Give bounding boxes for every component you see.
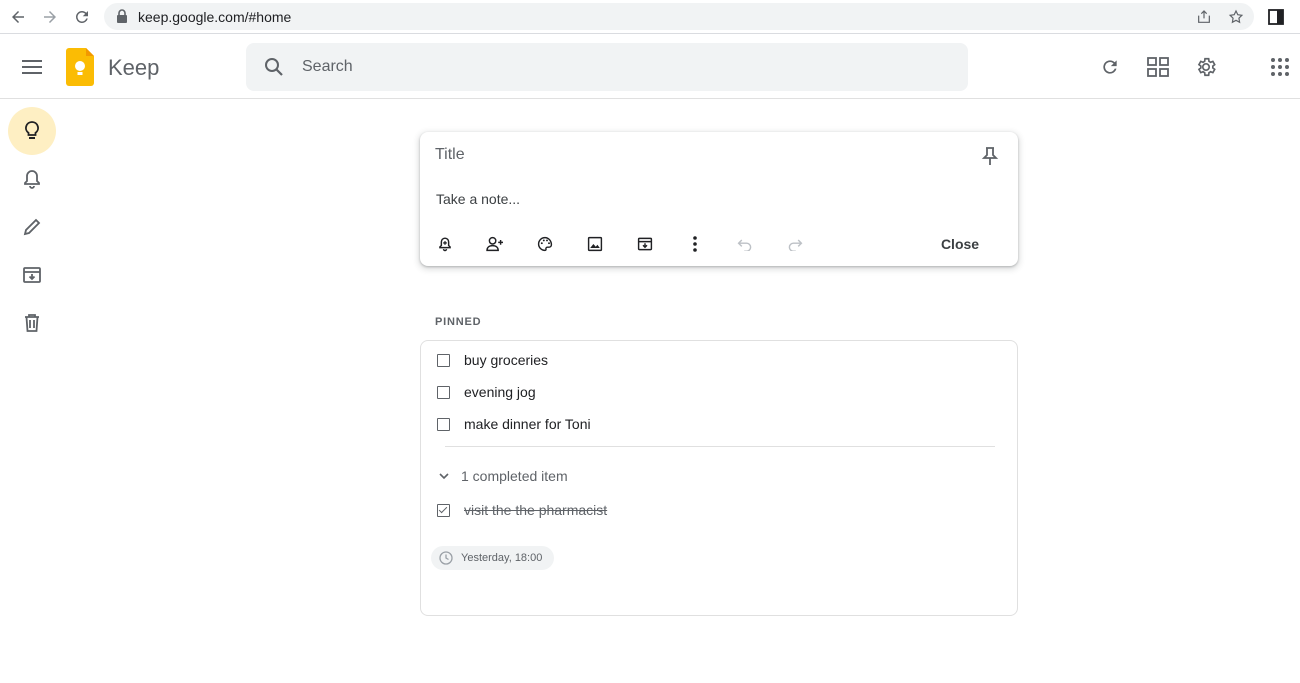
grid-view-icon xyxy=(1147,57,1169,77)
apps-button[interactable] xyxy=(1260,47,1300,87)
refresh-button[interactable] xyxy=(1090,47,1130,87)
keep-logo[interactable] xyxy=(66,48,94,91)
remind-me-icon xyxy=(437,236,453,252)
reload-icon xyxy=(73,8,91,26)
url-text: keep.google.com/#home xyxy=(138,9,291,25)
redo-button[interactable] xyxy=(781,230,809,258)
arrow-right-icon xyxy=(41,8,59,26)
checkbox[interactable] xyxy=(437,354,450,367)
list-item-text: make dinner for Toni xyxy=(464,416,591,432)
list-item-text: buy groceries xyxy=(464,352,548,368)
list-item[interactable]: buy groceries xyxy=(437,349,548,371)
checkbox[interactable] xyxy=(437,418,450,431)
pinned-section-label: PINNED xyxy=(435,316,481,328)
sidebar-item-reminders[interactable] xyxy=(8,155,56,203)
settings-button[interactable] xyxy=(1186,47,1226,87)
redo-icon xyxy=(787,237,803,251)
note-body-input[interactable] xyxy=(436,189,996,209)
search-input[interactable] xyxy=(302,55,942,79)
reload-button[interactable] xyxy=(70,5,94,29)
divider xyxy=(445,446,995,447)
app-name[interactable]: Keep xyxy=(108,55,159,81)
checkbox-checked[interactable] xyxy=(437,504,450,517)
reminder-time: Yesterday, 18:00 xyxy=(461,552,542,564)
archive-icon xyxy=(637,236,653,252)
list-item[interactable]: make dinner for Toni xyxy=(437,413,591,435)
pinned-note-card[interactable]: buy groceries evening jog make dinner fo… xyxy=(420,340,1018,616)
grid-view-button[interactable] xyxy=(1138,47,1178,87)
side-panel-button[interactable] xyxy=(1264,5,1288,29)
keep-logo-icon xyxy=(66,48,94,86)
undo-button[interactable] xyxy=(731,230,759,258)
pencil-icon xyxy=(22,217,42,237)
sidebar-item-trash[interactable] xyxy=(8,299,56,347)
forward-button[interactable] xyxy=(38,5,62,29)
collaborator-button[interactable] xyxy=(481,230,509,258)
gear-icon xyxy=(1195,56,1217,78)
collaborator-icon xyxy=(485,236,505,252)
share-icon[interactable] xyxy=(1194,7,1214,27)
close-button[interactable]: Close xyxy=(928,232,992,256)
reminder-chip[interactable]: Yesterday, 18:00 xyxy=(431,546,554,570)
address-bar[interactable]: keep.google.com/#home xyxy=(104,3,1254,30)
sidebar-item-edit-labels[interactable] xyxy=(8,203,56,251)
search-icon[interactable] xyxy=(262,55,286,84)
archive-button[interactable] xyxy=(631,230,659,258)
sidebar-item-archive[interactable] xyxy=(8,251,56,299)
completed-list-item[interactable]: visit the the pharmacist xyxy=(437,499,607,521)
lock-icon xyxy=(116,9,128,28)
bookmark-star-icon[interactable] xyxy=(1226,7,1246,27)
note-composer: Close xyxy=(420,132,1018,266)
pin-icon xyxy=(981,146,999,166)
main-menu-button[interactable] xyxy=(12,43,52,91)
list-item[interactable]: evening jog xyxy=(437,381,536,403)
pin-note-button[interactable] xyxy=(976,142,1004,170)
apps-grid-icon xyxy=(1271,58,1289,76)
add-image-button[interactable] xyxy=(581,230,609,258)
checkbox[interactable] xyxy=(437,386,450,399)
trash-icon xyxy=(23,313,41,333)
more-vert-icon xyxy=(693,236,697,252)
remind-me-button[interactable] xyxy=(431,230,459,258)
app-header: Keep xyxy=(0,35,1300,99)
hamburger-menu-icon xyxy=(22,60,42,74)
back-button[interactable] xyxy=(6,5,30,29)
clock-icon xyxy=(439,551,453,565)
completed-items-label: 1 completed item xyxy=(461,468,568,484)
refresh-icon xyxy=(1100,57,1120,77)
browser-toolbar: keep.google.com/#home xyxy=(0,0,1300,34)
undo-icon xyxy=(737,237,753,251)
list-item-text: visit the the pharmacist xyxy=(464,502,607,518)
arrow-left-icon xyxy=(9,8,27,26)
archive-icon xyxy=(22,265,42,285)
search-bar[interactable] xyxy=(246,43,968,91)
note-title-input[interactable] xyxy=(435,144,955,166)
list-item-text: evening jog xyxy=(464,384,536,400)
background-options-button[interactable] xyxy=(531,230,559,258)
completed-items-toggle[interactable]: 1 completed item xyxy=(437,465,568,487)
bell-icon xyxy=(22,168,42,190)
more-button[interactable] xyxy=(681,230,709,258)
image-icon xyxy=(587,236,603,252)
chevron-down-icon xyxy=(437,469,451,483)
side-panel-icon xyxy=(1268,9,1284,25)
sidebar-item-notes[interactable] xyxy=(8,107,56,155)
lightbulb-icon xyxy=(22,120,42,142)
palette-icon xyxy=(537,236,553,252)
